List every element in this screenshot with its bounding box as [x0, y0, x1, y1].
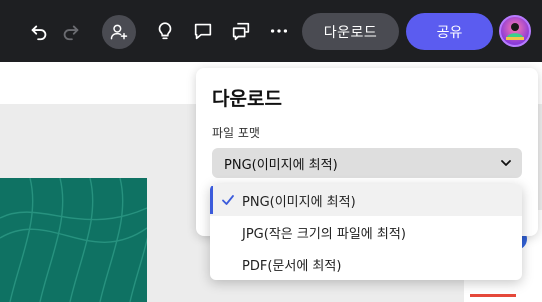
chevron-down-icon — [501, 160, 511, 166]
comment-icon[interactable] — [188, 16, 218, 46]
file-format-dropdown: PNG(이미지에 최적) JPG(작은 크기의 파일에 최적) PDF(문서에 … — [210, 184, 522, 280]
present-icon[interactable] — [226, 16, 256, 46]
file-format-label: 파일 포맷 — [212, 126, 260, 140]
share-button[interactable]: 공유 — [406, 13, 493, 50]
file-format-select[interactable]: PNG(이미지에 최적) — [212, 148, 522, 178]
selected-indicator — [210, 186, 213, 214]
more-options-icon[interactable] — [264, 16, 294, 46]
canvas-red-underline — [470, 294, 516, 297]
wave-pattern — [0, 178, 147, 302]
option-label: PDF(문서에 최적) — [242, 258, 342, 274]
undo-icon[interactable] — [24, 16, 54, 46]
lightbulb-icon[interactable] — [150, 16, 180, 46]
format-option-png[interactable]: PNG(이미지에 최적) — [210, 184, 522, 216]
avatar[interactable] — [499, 15, 531, 47]
user-avatar-icon — [506, 23, 524, 40]
add-collaborator-button[interactable] — [102, 15, 136, 49]
top-toolbar: 다운로드 공유 — [0, 0, 542, 62]
option-label: JPG(작은 크기의 파일에 최적) — [242, 226, 406, 242]
redo-icon[interactable] — [56, 16, 86, 46]
panel-title: 다운로드 — [212, 88, 282, 110]
checkmark-icon — [222, 195, 234, 205]
download-button[interactable]: 다운로드 — [302, 13, 399, 50]
user-plus-icon — [110, 24, 128, 40]
format-option-pdf[interactable]: PDF(문서에 최적) — [210, 248, 522, 280]
format-option-jpg[interactable]: JPG(작은 크기의 파일에 최적) — [210, 216, 522, 248]
selected-format-value: PNG(이미지에 최적) — [224, 157, 338, 173]
option-label: PNG(이미지에 최적) — [242, 194, 356, 210]
canvas-artwork[interactable] — [0, 178, 147, 302]
